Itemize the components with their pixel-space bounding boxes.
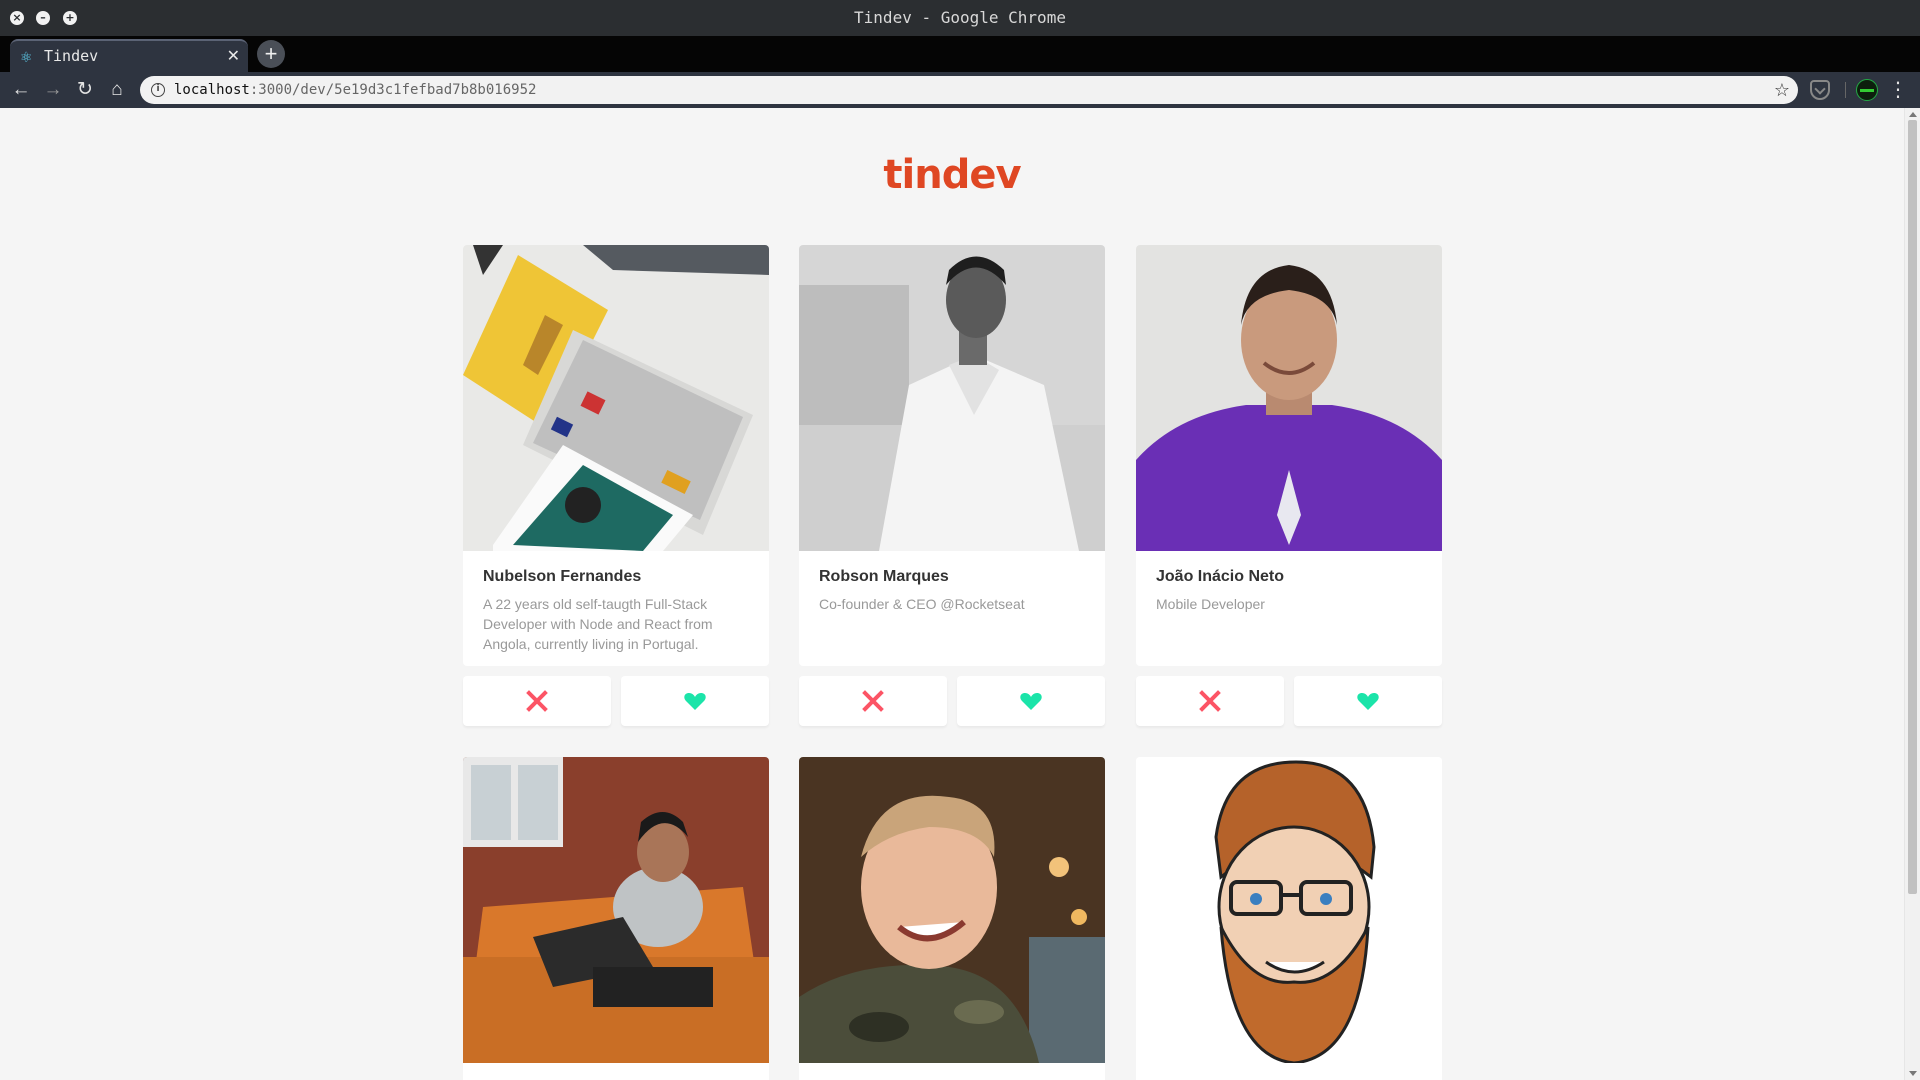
url-path: :3000/dev/5e19d3c1fefbad7b8b016952 xyxy=(249,82,537,98)
address-bar[interactable]: i localhost:3000/dev/5e19d3c1fefbad7b8b0… xyxy=(140,76,1798,104)
card-actions xyxy=(463,676,769,726)
card-actions xyxy=(1136,676,1442,726)
dev-name: Nubelson Fernandes xyxy=(483,568,642,585)
scrollbar-thumb[interactable] xyxy=(1908,120,1917,894)
like-button[interactable] xyxy=(621,676,769,726)
man-laptop-sofa-photo xyxy=(463,757,769,1063)
dislike-icon xyxy=(526,690,548,712)
tab-strip: ⚛ Tindev ✕ + xyxy=(0,36,1920,72)
dev-card: João Inácio Neto Mobile Developer xyxy=(1136,245,1442,666)
scroll-down-arrow-icon[interactable] xyxy=(1909,1071,1917,1076)
dev-card xyxy=(463,757,769,1080)
dev-card: Nubelson Fernandes A 22 years old self-t… xyxy=(463,245,769,666)
reload-icon[interactable]: ↻ xyxy=(73,78,97,102)
heart-icon xyxy=(684,693,706,710)
heart-icon xyxy=(1357,693,1379,710)
dislike-button[interactable] xyxy=(799,676,947,726)
dev-bio: Mobile Developer xyxy=(1156,596,1265,612)
heart-icon xyxy=(1020,693,1042,710)
toolbar-separator xyxy=(1845,82,1846,98)
profile-avatar-icon[interactable] xyxy=(1856,79,1878,101)
dislike-icon xyxy=(1199,690,1221,712)
dislike-button[interactable] xyxy=(463,676,611,726)
dislike-icon xyxy=(862,690,884,712)
bookmark-star-icon[interactable]: ☆ xyxy=(1774,76,1790,104)
back-icon[interactable]: ← xyxy=(9,78,33,102)
dislike-button[interactable] xyxy=(1136,676,1284,726)
keyboard-books-photo xyxy=(463,245,769,551)
browser-toolbar: ← → ↻ ⌂ i localhost:3000/dev/5e19d3c1fef… xyxy=(0,72,1920,108)
dev-bio: A 22 years old self-taugth Full-Stack De… xyxy=(483,596,713,652)
url-host: localhost xyxy=(174,82,250,98)
info-icon[interactable]: i xyxy=(151,83,165,97)
dev-name: Robson Marques xyxy=(819,568,949,585)
window-title: Tindev - Google Chrome xyxy=(854,8,1066,27)
scroll-up-arrow-icon[interactable] xyxy=(1909,112,1917,117)
new-tab-button[interactable]: + xyxy=(257,40,285,68)
dev-card xyxy=(1136,757,1442,1080)
home-icon[interactable]: ⌂ xyxy=(105,78,129,102)
chrome-menu-icon[interactable]: ⋮ xyxy=(1888,78,1908,102)
tab-title: Tindev xyxy=(44,47,99,65)
window-titlebar: × – + Tindev - Google Chrome xyxy=(0,0,1920,36)
man-white-shirt-photo xyxy=(799,245,1105,551)
tab-tindev[interactable]: ⚛ Tindev ✕ xyxy=(10,39,248,72)
tab-close-icon[interactable]: ✕ xyxy=(227,41,240,72)
tindev-logo[interactable]: tindev xyxy=(0,152,1904,198)
dev-card xyxy=(799,757,1105,1080)
forward-icon[interactable]: → xyxy=(41,78,65,102)
dev-name: João Inácio Neto xyxy=(1156,568,1285,585)
like-button[interactable] xyxy=(957,676,1105,726)
pocket-extension-icon[interactable] xyxy=(1810,80,1830,100)
man-purple-shirt-photo xyxy=(1136,245,1442,551)
react-icon: ⚛ xyxy=(20,49,33,65)
bearded-man-caricature xyxy=(1136,757,1442,1063)
url-text[interactable]: localhost:3000/dev/5e19d3c1fefbad7b8b016… xyxy=(174,76,536,104)
dev-card: Robson Marques Co-founder & CEO @Rockets… xyxy=(799,245,1105,666)
like-button[interactable] xyxy=(1294,676,1442,726)
card-actions xyxy=(799,676,1105,726)
man-smiling-camo-photo xyxy=(799,757,1105,1063)
page-scrollbar[interactable] xyxy=(1904,108,1920,1080)
page-viewport: tindev Nubelson Fernandes A 22 years old… xyxy=(0,108,1904,1080)
dev-bio: Co-founder & CEO @Rocketseat xyxy=(819,596,1025,612)
